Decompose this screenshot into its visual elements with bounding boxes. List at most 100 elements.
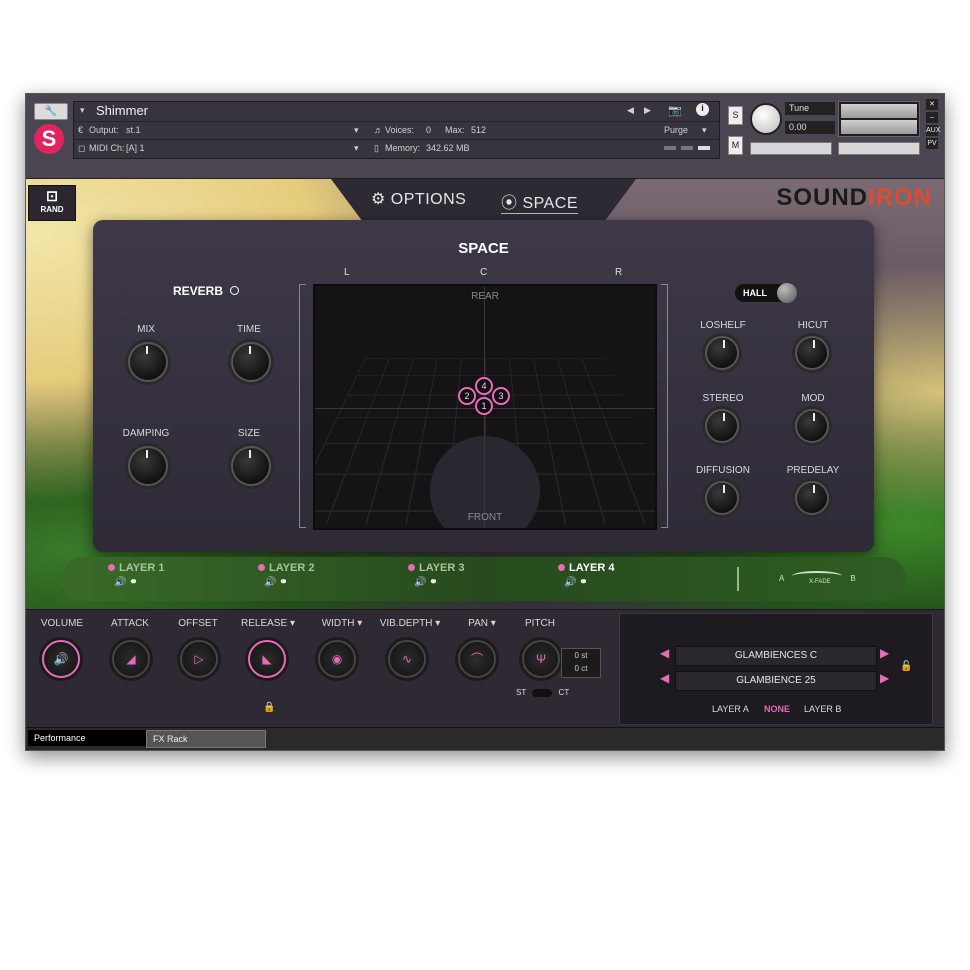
hall-toggle[interactable]: HALL [735,284,797,302]
memory-value: 342.62 MB [426,143,470,153]
output-value[interactable]: st.1 [126,125,141,135]
mix-knob[interactable] [128,342,168,382]
output-label: Output: [89,125,119,135]
volume-knob[interactable]: 🔊 [42,640,80,678]
wave-icon: ∿ [402,652,412,666]
offset-label: OFFSET [166,618,230,629]
mod-knob[interactable] [795,409,829,443]
lock-icon[interactable]: 🔒 [263,702,275,713]
purge-button[interactable]: Purge [664,125,688,135]
pv-button[interactable]: PV [926,138,938,149]
midi-dropdown-icon[interactable]: ▾ [354,143,359,154]
time-knob[interactable] [231,342,271,382]
pan-knob[interactable]: ⌒ [458,640,496,678]
stereo-knob[interactable] [705,409,739,443]
volume-slider[interactable] [838,142,920,155]
layer-dot-1[interactable]: 1 [475,397,493,415]
mute-button[interactable]: M [728,136,743,155]
patch-b-prev-icon[interactable]: ◀ [660,671,669,685]
purge-dropdown-icon[interactable]: ▾ [702,125,707,136]
minimize-icon[interactable]: – [926,112,938,123]
camera-icon[interactable]: 📷 [668,104,682,117]
close-icon[interactable]: ✕ [926,99,938,110]
release-label[interactable]: RELEASE ▾ [236,618,300,629]
tab-performance[interactable]: Performance [28,730,146,746]
dropdown-icon: ▾ [357,618,362,629]
collapse-icon[interactable]: ▾ [80,105,85,116]
unlock-icon[interactable]: 🔓 [900,661,912,672]
st-ct-switch[interactable]: ST CT [516,688,569,697]
hicut-knob[interactable] [795,336,829,370]
toggle-knob-icon [777,283,797,303]
spatial-stage[interactable]: REAR FRONT 1 2 3 4 [313,284,657,530]
max-value[interactable]: 512 [471,125,486,135]
vibdepth-knob[interactable]: ∿ [388,640,426,678]
gear-icon: ⚙ [371,191,386,208]
speaker-link-icon[interactable]: 🔊 ⚭ [414,577,464,588]
reverb-toggle[interactable]: REVERB [173,284,239,298]
reverb-label: REVERB [173,284,223,298]
vibdepth-label[interactable]: VIB.DEPTH ▾ [378,618,442,629]
volume-label: VOLUME [30,618,94,629]
next-instrument-icon[interactable]: ▶ [644,105,651,116]
prev-instrument-icon[interactable]: ◀ [627,105,634,116]
damping-knob[interactable] [128,446,168,486]
max-label: Max: [445,125,465,135]
info-icon[interactable]: i [696,103,709,116]
instrument-name[interactable]: Shimmer [96,103,148,118]
layer-a-button[interactable]: LAYER A [712,704,749,714]
layer-b-button[interactable]: LAYER B [804,704,841,714]
output-dropdown-icon[interactable]: ▾ [354,125,359,136]
rand-label: RAND [40,205,63,214]
predelay-knob[interactable] [795,481,829,515]
switch-track [532,689,552,697]
voices-icon: ♬ [374,125,383,135]
width-label[interactable]: WIDTH ▾ [310,618,374,629]
vibdepth-text: VIB.DEPTH [380,618,433,629]
size-knob[interactable] [231,446,271,486]
attack-label: ATTACK [98,618,162,629]
xfade-b-label: B [850,574,855,583]
patch-b-select[interactable]: GLAMBIENCE 25 [675,671,877,691]
aux-button[interactable]: AUX [926,125,938,136]
layer-indicator-dot [108,564,115,571]
tune-knob[interactable] [750,103,782,135]
layer-3-tab[interactable]: LAYER 3 🔊 ⚭ [408,562,464,588]
tab-space[interactable]: ⦿ SPACE [501,189,578,214]
solo-button[interactable]: S [728,106,743,125]
none-button[interactable]: NONE [764,704,790,714]
speaker-link-icon[interactable]: 🔊 ⚭ [564,577,614,588]
layer-dot-3[interactable]: 3 [492,387,510,405]
layer-2-tab[interactable]: LAYER 2 🔊 ⚭ [258,562,314,588]
tune-value[interactable]: 0.00 [785,121,835,134]
tab-options[interactable]: ⚙ OPTIONS [371,189,466,209]
wrench-icon[interactable]: 🔧 [34,103,68,120]
pitch-knob[interactable]: Ψ [522,640,560,678]
pan-slider[interactable] [750,142,832,155]
layer-4-tab[interactable]: LAYER 4 🔊 ⚭ [558,562,614,588]
attack-knob[interactable]: ◢ [112,640,150,678]
rand-button[interactable]: ⚀ RAND [28,185,76,221]
pan-label[interactable]: PAN ▾ [450,618,514,629]
width-knob[interactable]: ◉ [318,640,356,678]
tab-fx-rack[interactable]: FX Rack [146,730,266,748]
layer-dot-4[interactable]: 4 [475,377,493,395]
reverb-power-icon [230,286,239,295]
midi-value[interactable]: [A] 1 [126,143,145,153]
diffusion-knob[interactable] [705,481,739,515]
patch-a-next-icon[interactable]: ▶ [880,646,889,660]
layer-dot-2[interactable]: 2 [458,387,476,405]
xfade-control[interactable]: A B X-FADE [779,571,856,583]
midi-icon: ◻ [78,143,85,154]
speaker-link-icon[interactable]: 🔊 ⚭ [114,577,164,588]
patch-a-prev-icon[interactable]: ◀ [660,646,669,660]
stage-center-label: C [480,267,487,278]
offset-knob[interactable]: ▷ [180,640,218,678]
patch-a-select[interactable]: GLAMBIENCES C [675,646,877,666]
pitch-value-box[interactable]: 0 st 0 ct [561,648,601,678]
speaker-link-icon[interactable]: 🔊 ⚭ [264,577,314,588]
loshelf-knob[interactable] [705,336,739,370]
layer-1-tab[interactable]: LAYER 1 🔊 ⚭ [108,562,164,588]
patch-b-next-icon[interactable]: ▶ [880,671,889,685]
release-knob[interactable]: ◣ [248,640,286,678]
